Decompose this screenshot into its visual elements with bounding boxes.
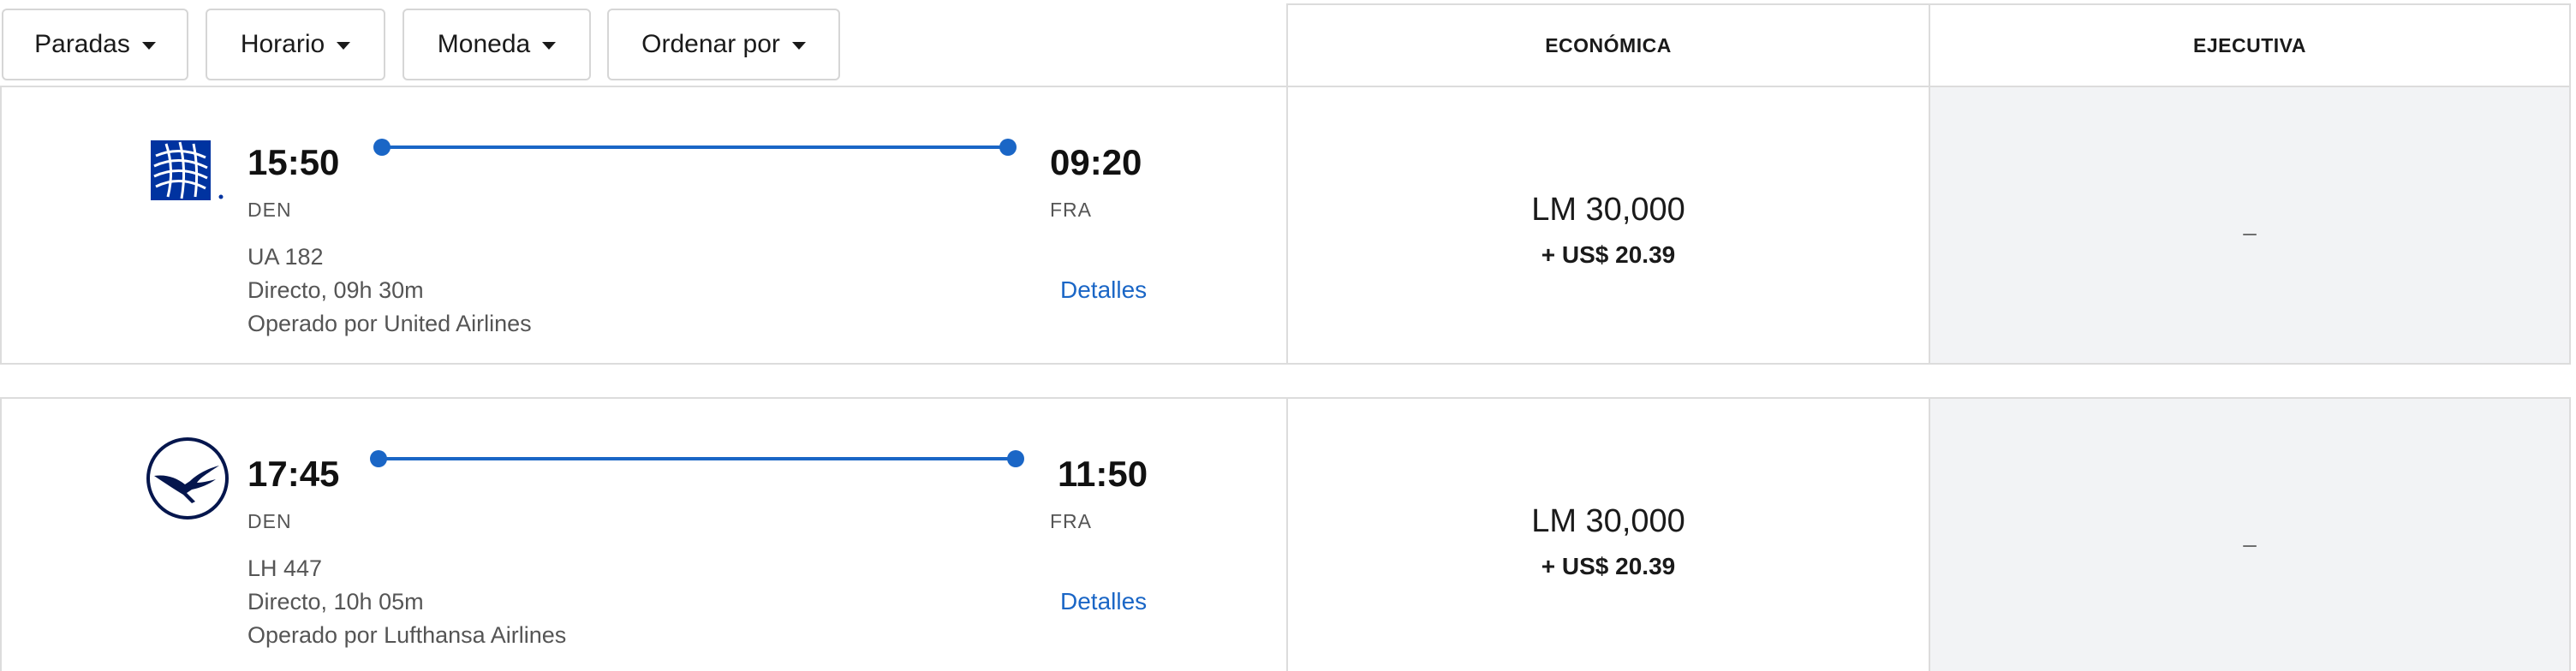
cabin-header-business: EJECUTIVA: [1929, 3, 2571, 87]
details-link[interactable]: Detalles: [1060, 276, 1147, 304]
flight-number: UA 182: [247, 244, 324, 270]
departure-airport-code: DEN: [247, 199, 292, 221]
details-link[interactable]: Detalles: [1060, 588, 1147, 615]
sort-filter-label: Ordenar por: [641, 30, 780, 58]
departure-time: 15:50: [247, 142, 340, 182]
currency-filter-button[interactable]: Moneda: [402, 9, 591, 80]
departure-airport-code: DEN: [247, 510, 292, 532]
flight-duration: Directo, 09h 30m: [247, 277, 424, 303]
chevron-down-icon: [542, 41, 557, 50]
cabin-header-economy: ECONÓMICA: [1286, 3, 1930, 87]
economy-miles-price: LM 30,000: [1531, 192, 1685, 228]
departure-time: 17:45: [247, 454, 340, 494]
lufthansa-crane-icon: [146, 437, 229, 520]
united-globe-icon: [151, 140, 224, 200]
route-line: [379, 457, 1016, 460]
economy-miles-price: LM 30,000: [1531, 503, 1685, 539]
economy-fare-cell[interactable]: LM 30,000 + US$ 20.39: [1286, 86, 1930, 365]
flight-row: 17:45 DEN 11:50 FRA LH 447 Directo, 10h …: [0, 397, 2571, 671]
economy-tax-price: + US$ 20.39: [1541, 553, 1676, 579]
route-line: [382, 145, 1009, 149]
schedule-filter-label: Horario: [240, 30, 325, 58]
flight-duration: Directo, 10h 05m: [247, 589, 424, 615]
schedule-filter-button[interactable]: Horario: [206, 9, 385, 80]
arrival-time: 11:50: [1058, 454, 1148, 494]
business-fare-cell: –: [1929, 86, 2571, 365]
arrival-airport-code: FRA: [1050, 199, 1092, 221]
stops-filter-button[interactable]: Paradas: [2, 9, 188, 80]
arrival-time: 09:20: [1050, 142, 1142, 182]
operated-by: Operado por United Airlines: [247, 311, 532, 336]
economy-tax-price: + US$ 20.39: [1541, 241, 1676, 268]
origin-dot: [370, 450, 387, 467]
currency-filter-label: Moneda: [437, 30, 531, 58]
destination-dot: [999, 139, 1017, 156]
business-fare-cell: –: [1929, 397, 2571, 671]
economy-fare-cell[interactable]: LM 30,000 + US$ 20.39: [1286, 397, 1930, 671]
flight-info-panel: 17:45 DEN 11:50 FRA LH 447 Directo, 10h …: [0, 397, 1288, 671]
business-unavailable: –: [2243, 531, 2257, 557]
sort-filter-button[interactable]: Ordenar por: [607, 9, 840, 80]
flight-info-panel: 15:50 DEN 09:20 FRA UA 182 Directo, 09h …: [0, 86, 1288, 365]
chevron-down-icon: [337, 41, 351, 50]
chevron-down-icon: [791, 41, 806, 50]
chevron-down-icon: [141, 41, 156, 50]
flight-number: LH 447: [247, 555, 323, 581]
operated-by: Operado por Lufthansa Airlines: [247, 622, 567, 648]
stops-filter-label: Paradas: [34, 30, 130, 58]
arrival-airport-code: FRA: [1050, 510, 1092, 532]
destination-dot: [1007, 450, 1024, 467]
origin-dot: [373, 139, 391, 156]
flight-row: 15:50 DEN 09:20 FRA UA 182 Directo, 09h …: [0, 86, 2571, 365]
business-unavailable: –: [2243, 219, 2257, 246]
